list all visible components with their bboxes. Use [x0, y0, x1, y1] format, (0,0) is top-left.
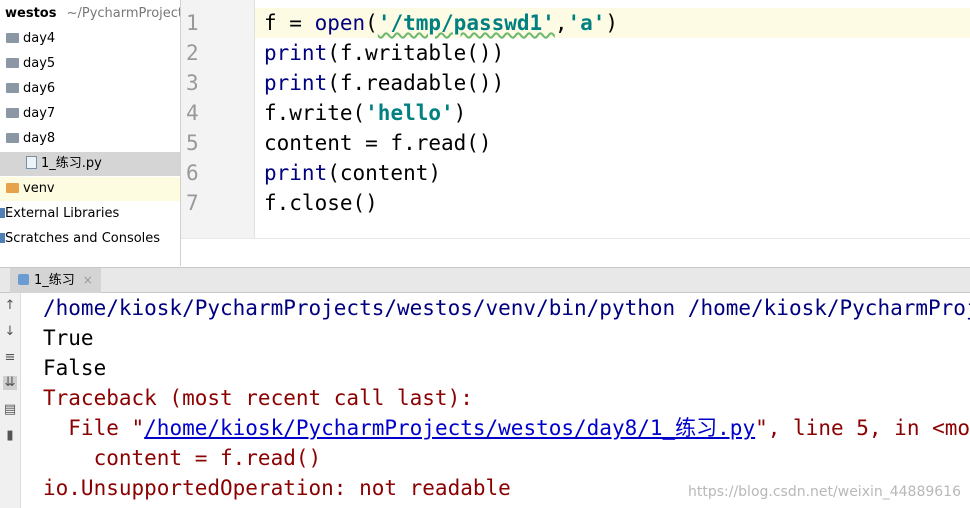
code-string: '/tmp/passwd1'	[377, 11, 555, 35]
code-token: f.write(	[264, 101, 366, 125]
python-file-icon	[26, 156, 37, 169]
code-line-4[interactable]: f.write('hello')	[264, 98, 466, 128]
code-token: (f.readable())	[327, 71, 505, 95]
line-number: 1	[186, 11, 199, 35]
tree-item-day4[interactable]: day4	[0, 27, 180, 51]
tree-item-label: day4	[23, 31, 56, 46]
tree-root-path: ~/PycharmProjects	[66, 6, 181, 21]
scratches-icon	[0, 233, 5, 243]
code-line-3[interactable]: print(f.readable())	[264, 68, 504, 98]
code-string: 'a'	[567, 11, 606, 35]
code-token: )	[605, 11, 619, 35]
folder-icon	[6, 183, 19, 193]
tree-item-file[interactable]: 1_练习.py	[0, 152, 180, 176]
folder-icon	[6, 58, 19, 68]
traceback-file-link[interactable]: /home/kiosk/PycharmProjects/westos/day8/…	[144, 416, 755, 440]
tree-root[interactable]: westos ~/PycharmProjects	[0, 2, 180, 26]
console-command-line: /home/kiosk/PycharmProjects/westos/venv/…	[43, 296, 970, 320]
folder-icon	[6, 133, 19, 143]
line-number: 3	[186, 71, 199, 95]
tree-item-label: External Libraries	[5, 206, 120, 221]
traceback-file-suffix: ", line 5, in <module>	[755, 416, 970, 440]
code-line-2[interactable]: print(f.writable())	[264, 38, 504, 68]
down-arrow-icon[interactable]: ↓	[3, 325, 17, 339]
tree-item-label: day7	[23, 106, 56, 121]
code-token: open	[314, 11, 366, 35]
watermark: https://blog.csdn.net/weixin_44889616	[687, 484, 961, 500]
tree-item-venv[interactable]: venv	[0, 177, 180, 201]
line-number: 2	[186, 41, 199, 65]
traceback-file-prefix: File "	[43, 416, 145, 440]
code-token: (f.writable())	[327, 41, 505, 65]
line-number: 6	[186, 161, 199, 185]
library-icon	[0, 208, 5, 218]
code-token: (	[365, 11, 378, 35]
up-arrow-icon[interactable]: ↑	[3, 299, 17, 313]
line-number: 4	[186, 101, 199, 125]
python-icon	[18, 274, 29, 285]
project-tree: westos ~/PycharmProjects day4 day5 day6 …	[0, 0, 181, 266]
code-line-6[interactable]: print(content)	[264, 158, 441, 188]
code-token: print	[264, 71, 328, 95]
tree-item-label: Scratches and Consoles	[5, 231, 161, 246]
close-icon[interactable]: ×	[83, 273, 93, 287]
tree-item-label: day8	[23, 131, 56, 146]
soft-wrap-icon[interactable]: ≡	[3, 351, 17, 365]
trash-icon[interactable]: ▮	[3, 429, 17, 443]
line-number: 5	[186, 131, 199, 155]
tree-item-external-libraries[interactable]: External Libraries	[0, 202, 180, 226]
run-tab-label: 1_练习	[34, 273, 75, 288]
code-line-1[interactable]: f = open('/tmp/passwd1','a')	[264, 8, 618, 38]
tree-item-label: day6	[23, 81, 56, 96]
tree-item-day6[interactable]: day6	[0, 77, 180, 101]
tree-item-label: day5	[23, 56, 56, 71]
tree-item-label: venv	[23, 181, 55, 196]
folder-icon	[6, 83, 19, 93]
run-tab[interactable]: 1_练习 ×	[10, 268, 101, 293]
folder-icon	[6, 108, 19, 118]
tree-item-scratches[interactable]: Scratches and Consoles	[0, 227, 180, 251]
folder-icon	[6, 33, 19, 43]
console-output-line: True	[43, 326, 94, 350]
code-token: ,	[554, 11, 568, 35]
run-tab-bar: 1_练习 ×	[0, 267, 970, 293]
code-token: print	[264, 41, 328, 65]
code-line-7[interactable]: f.close()	[264, 188, 378, 218]
tree-root-name: westos	[5, 6, 57, 21]
tree-item-day5[interactable]: day5	[0, 52, 180, 76]
tree-item-day7[interactable]: day7	[0, 102, 180, 126]
print-icon[interactable]: ▤	[3, 403, 17, 417]
console-output[interactable]: /home/kiosk/PycharmProjects/westos/venv/…	[21, 293, 970, 508]
code-token: )	[453, 101, 467, 125]
code-token: print	[264, 161, 328, 185]
editor-bottom-area	[181, 238, 970, 267]
code-token: f =	[264, 11, 315, 35]
code-token: (content)	[327, 161, 442, 185]
traceback-file-line: File "/home/kiosk/PycharmProjects/westos…	[43, 413, 970, 443]
console-output-line: False	[43, 356, 107, 380]
code-string: 'hello'	[365, 101, 454, 125]
code-editor[interactable]: 1 2 3 4 5 6 7 f = open('/tmp/passwd1','a…	[181, 0, 970, 238]
code-line-5[interactable]: content = f.read()	[264, 128, 492, 158]
error-message: io.UnsupportedOperation: not readable	[43, 476, 511, 500]
tree-item-day8[interactable]: day8	[0, 127, 180, 151]
line-number: 7	[186, 191, 199, 215]
scroll-to-end-icon[interactable]: ⇊	[3, 376, 17, 390]
traceback-header: Traceback (most recent call last):	[43, 386, 473, 410]
traceback-code-line: content = f.read()	[43, 446, 322, 470]
run-toolbar: ↑ ↓ ≡ ⇊ ▤ ▮	[0, 293, 21, 508]
tree-item-label: 1_练习.py	[41, 156, 102, 171]
